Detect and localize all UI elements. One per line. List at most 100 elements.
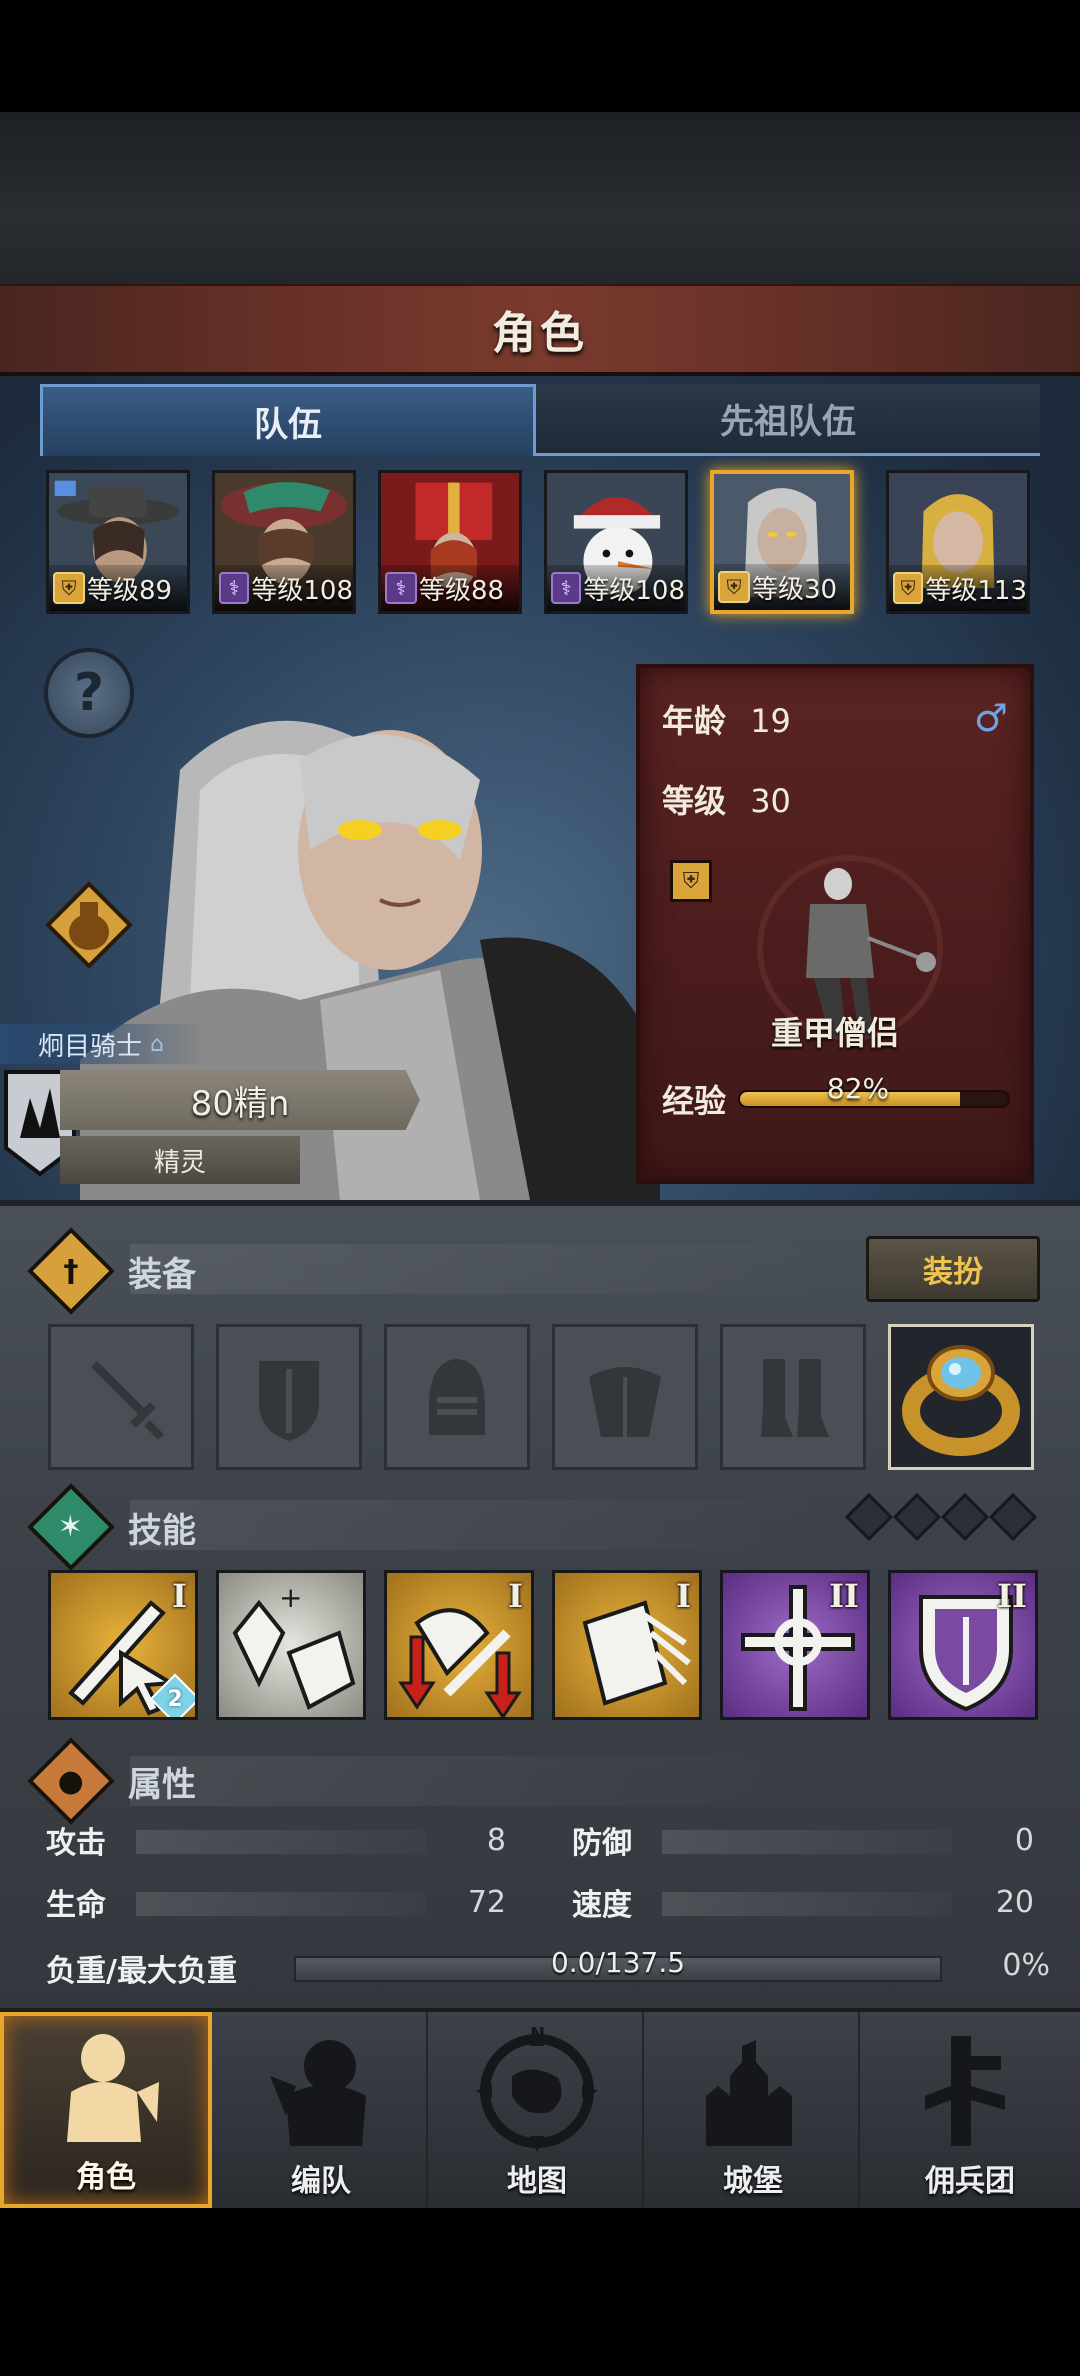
system-nav-area xyxy=(0,2208,1080,2376)
nav-map[interactable]: N 地图 xyxy=(432,2012,644,2208)
castle-icon xyxy=(706,2040,792,2146)
hp-value: 72 xyxy=(467,1884,506,1920)
age-row: 年龄 19 xyxy=(662,696,791,742)
skill-6[interactable]: II xyxy=(888,1570,1038,1720)
roster-portrait-2[interactable]: ⚕ 等级108 xyxy=(212,470,356,614)
hp-bar xyxy=(136,1892,426,1916)
helmet-icon xyxy=(429,1359,485,1435)
age-value: 19 xyxy=(750,702,791,740)
armor-slot[interactable] xyxy=(552,1324,698,1470)
roster-level-strip: ⚕ 等级108 xyxy=(547,565,685,611)
gem-icon xyxy=(892,1492,942,1542)
hero-class-name: 炯目骑士 xyxy=(38,1031,143,1062)
hero-class-row: 炯目骑士 ⌂ xyxy=(0,1024,210,1064)
nav-mercenary[interactable]: 佣兵团 xyxy=(864,2012,1076,2208)
staff-badge-icon: ⚕ xyxy=(219,572,250,604)
attack-value: 8 xyxy=(486,1822,506,1858)
load-value: 0.0/137.5 xyxy=(550,1946,686,1979)
roster-portrait-1[interactable]: ⛨ 等级89 xyxy=(46,470,190,614)
hp-label: 生命 xyxy=(46,1888,106,1923)
hero-roster: ⛨ 等级89 ⚕ 等级108 ⚕ 等级88 ⚕ 等级108 ⛨ 等级30 ⛨ 等… xyxy=(46,470,1036,614)
hero-rank-bar: 80精n xyxy=(60,1070,420,1130)
nav-castle[interactable]: 城堡 xyxy=(648,2012,860,2208)
roster-portrait-5[interactable]: ⛨ 等级30 xyxy=(710,470,854,614)
skill-3[interactable]: I xyxy=(384,1570,534,1720)
attack-bar xyxy=(136,1830,426,1854)
skill-count: 2 xyxy=(167,1686,183,1712)
compass-north-label: N xyxy=(530,2026,545,2045)
roster-portrait-4[interactable]: ⚕ 等级108 xyxy=(544,470,688,614)
tab-ancestor-team[interactable]: 先祖队伍 xyxy=(536,384,1040,456)
boots-icon xyxy=(761,1359,829,1437)
level-label: 等级 xyxy=(662,782,727,820)
speed-row: 速度 20 xyxy=(572,1882,1034,1924)
staff-badge-icon: ⚕ xyxy=(551,572,582,604)
helmet-slot[interactable] xyxy=(384,1324,530,1470)
sword-icon xyxy=(91,1361,164,1440)
shield-badge-icon: ⛨ xyxy=(893,572,924,604)
person-icon: ● xyxy=(27,1737,115,1825)
level-row: 等级 30 xyxy=(662,776,791,822)
nav-label: 编队 xyxy=(291,2164,351,2199)
shield-slot[interactable] xyxy=(216,1324,362,1470)
hero-race: 精灵 xyxy=(153,1147,206,1178)
nav-label: 城堡 xyxy=(723,2164,783,2199)
tab-team[interactable]: 队伍 xyxy=(40,384,536,456)
nav-label: 佣兵团 xyxy=(925,2164,1015,2199)
speed-label: 速度 xyxy=(572,1888,632,1923)
load-percent: 0% xyxy=(1002,1948,1050,1983)
nav-formation[interactable]: 编队 xyxy=(216,2012,428,2208)
skill-5[interactable]: II xyxy=(720,1570,870,1720)
home-icon: ⌂ xyxy=(150,1031,164,1057)
roster-portrait-6[interactable]: ⛨ 等级113 xyxy=(886,470,1030,614)
potion-icon[interactable] xyxy=(44,880,134,970)
load-label: 负重/最大负重 xyxy=(46,1954,237,1989)
gem-icon xyxy=(988,1492,1038,1542)
roster-level-strip: ⛨ 等级89 xyxy=(49,565,187,611)
roster-level: 等级108 xyxy=(583,575,685,606)
svg-text:+: + xyxy=(279,1581,302,1614)
status-bar xyxy=(0,0,1080,112)
defense-label: 防御 xyxy=(572,1826,632,1861)
skill-rank: I xyxy=(676,1577,691,1615)
shield-badge-icon: ⛨ xyxy=(53,572,85,604)
nav-label: 地图 xyxy=(507,2164,567,2199)
skill-2[interactable]: + xyxy=(216,1570,366,1720)
roster-portrait-3[interactable]: ⚕ 等级88 xyxy=(378,470,522,614)
title-bar: 角色 xyxy=(0,284,1080,376)
skills-header: ✶ 技能 xyxy=(27,1483,196,1571)
exp-row: 经验 82% xyxy=(662,1072,1011,1122)
sword-slot[interactable] xyxy=(48,1324,194,1470)
male-icon: ♂ xyxy=(973,696,1008,740)
gem-icon xyxy=(940,1492,990,1542)
ring-icon xyxy=(902,1345,1020,1456)
gem-icon xyxy=(844,1492,894,1542)
attack-row: 攻击 8 xyxy=(46,1820,506,1862)
star-icon: ✶ xyxy=(27,1483,115,1571)
roster-level: 等级113 xyxy=(925,575,1027,606)
skill-1[interactable]: I 2 xyxy=(48,1570,198,1720)
armor-icon xyxy=(589,1367,661,1437)
roster-level-strip: ⛨ 等级30 xyxy=(714,564,850,610)
hero-class-display: 重甲僧侣 xyxy=(770,1014,899,1052)
knight-icon xyxy=(67,2034,159,2142)
nav-character[interactable]: 角色 xyxy=(0,2012,212,2208)
skill-rank: I xyxy=(508,1577,523,1615)
ring-slot[interactable] xyxy=(888,1324,1034,1470)
hero-info-panel: 年龄 19 ♂ 等级 30 ⛨ 重甲僧侣 经验 82% xyxy=(636,664,1034,1184)
hp-row: 生命 72 xyxy=(46,1882,506,1924)
top-header-area xyxy=(0,112,1080,284)
boots-slot[interactable] xyxy=(720,1324,866,1470)
roster-level: 等级30 xyxy=(752,574,838,605)
equipment-title: 装备 xyxy=(128,1254,196,1295)
skill-slots-indicator xyxy=(844,1492,1038,1542)
equipment-header-bg xyxy=(130,1244,830,1294)
roster-level: 等级89 xyxy=(87,575,173,606)
dress-up-button[interactable]: 装扮 xyxy=(866,1236,1040,1302)
exp-percent: 82% xyxy=(826,1072,890,1105)
roster-level-strip: ⛨ 等级113 xyxy=(889,565,1027,611)
skill-4[interactable]: I xyxy=(552,1570,702,1720)
speed-value: 20 xyxy=(995,1884,1034,1920)
skill-rank: II xyxy=(997,1577,1027,1615)
defense-row: 防御 0 xyxy=(572,1820,1034,1862)
